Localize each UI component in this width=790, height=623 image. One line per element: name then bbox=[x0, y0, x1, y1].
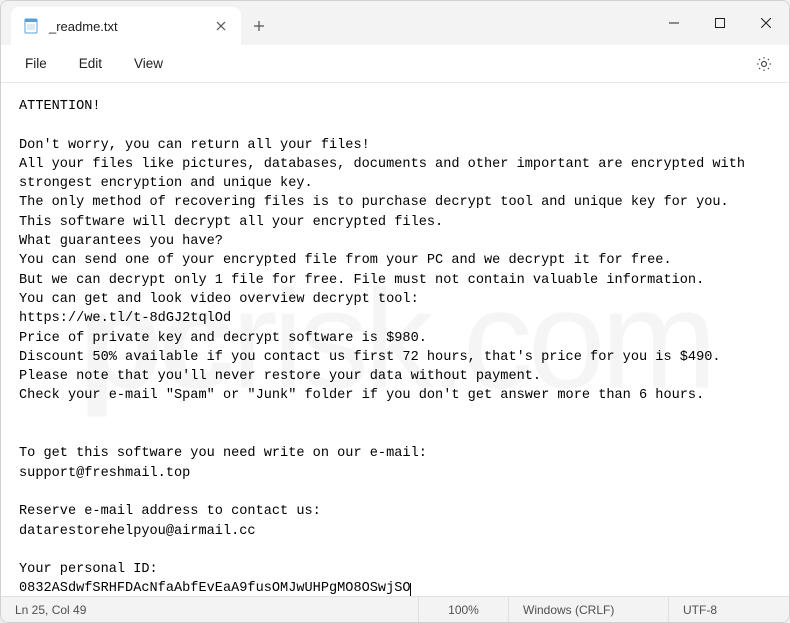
menu-file[interactable]: File bbox=[9, 52, 63, 75]
notepad-icon bbox=[23, 18, 39, 34]
status-position[interactable]: Ln 25, Col 49 bbox=[1, 597, 419, 622]
status-encoding[interactable]: UTF-8 bbox=[669, 597, 789, 622]
status-zoom[interactable]: 100% bbox=[419, 597, 509, 622]
status-eol[interactable]: Windows (CRLF) bbox=[509, 597, 669, 622]
text-cursor bbox=[410, 583, 411, 596]
maximize-button[interactable] bbox=[697, 1, 743, 45]
settings-button[interactable] bbox=[747, 50, 781, 78]
tab-close-button[interactable] bbox=[211, 16, 231, 36]
tab-title: _readme.txt bbox=[49, 19, 201, 34]
notepad-window: _readme.txt bbox=[0, 0, 790, 623]
text-editor-area[interactable]: pcrisk.comATTENTION! Don't worry, you ca… bbox=[1, 83, 789, 596]
window-controls bbox=[651, 1, 789, 45]
new-tab-button[interactable] bbox=[241, 7, 277, 45]
document-text: ATTENTION! Don't worry, you can return a… bbox=[19, 99, 753, 596]
menubar: File Edit View bbox=[1, 45, 789, 83]
tab-active[interactable]: _readme.txt bbox=[11, 7, 241, 45]
close-button[interactable] bbox=[743, 1, 789, 45]
menu-edit[interactable]: Edit bbox=[63, 52, 118, 75]
minimize-button[interactable] bbox=[651, 1, 697, 45]
titlebar: _readme.txt bbox=[1, 1, 789, 45]
titlebar-drag-area[interactable] bbox=[277, 1, 651, 45]
menu-view[interactable]: View bbox=[118, 52, 179, 75]
statusbar: Ln 25, Col 49 100% Windows (CRLF) UTF-8 bbox=[1, 596, 789, 622]
